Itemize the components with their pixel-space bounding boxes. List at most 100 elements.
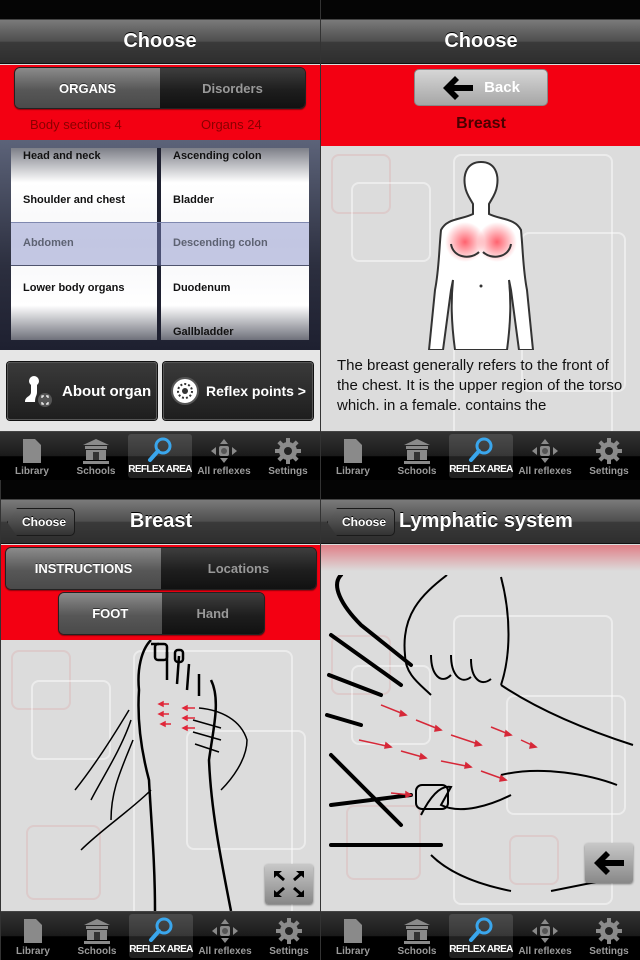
organ-picker: Head and neck Shoulder and chest Lower b… <box>0 140 320 350</box>
nav-bar: Choose <box>321 20 640 64</box>
back-arrow-button[interactable] <box>585 843 633 883</box>
reflex-points-label: Reflex points > <box>206 383 306 399</box>
picker-row[interactable]: Duodenum <box>173 282 230 294</box>
tab-reflex-area[interactable]: REFLEX AREA <box>128 434 192 478</box>
selected-organ: Descending colon <box>173 237 268 249</box>
back-button[interactable]: Back <box>414 69 548 106</box>
tab-schools[interactable]: Schools <box>65 912 129 960</box>
tab-organs[interactable]: ORGANS <box>15 68 160 108</box>
arrow-left-icon <box>443 75 474 100</box>
tab-library[interactable]: Library <box>321 432 385 480</box>
tab-label: All reflexes <box>518 946 572 957</box>
instructions-locations-toggle: INSTRUCTIONS Locations <box>5 547 317 590</box>
tab-foot[interactable]: FOOT <box>59 593 162 634</box>
tab-bar: Library Schools REFLEX AREA All reflexes… <box>321 431 640 480</box>
building-icon <box>84 919 110 944</box>
screen-choose-organs: Choose ORGANS Disorders Body sections 4 … <box>0 0 320 480</box>
back-button[interactable]: Choose <box>7 508 76 536</box>
magnifier-icon <box>469 437 493 462</box>
tab-settings[interactable]: Settings <box>256 432 320 480</box>
tab-instructions[interactable]: INSTRUCTIONS <box>6 548 161 589</box>
gear-icon <box>596 438 622 464</box>
reflex-point-icon <box>171 377 199 405</box>
nav-bar: Choose <box>0 20 320 64</box>
female-torso-illustration <box>427 160 535 350</box>
tab-all-reflexes[interactable]: All reflexes <box>193 912 257 960</box>
tab-settings[interactable]: Settings <box>257 912 320 960</box>
picker-row[interactable]: Head and neck <box>23 150 101 162</box>
tab-settings[interactable]: Settings <box>577 432 640 480</box>
tab-locations[interactable]: Locations <box>161 548 316 589</box>
fullscreen-button[interactable] <box>265 864 313 904</box>
tab-schools[interactable]: Schools <box>385 912 449 960</box>
picker-row[interactable]: Ascending colon <box>173 150 262 162</box>
reflex-points-button[interactable]: Reflex points > <box>163 362 313 420</box>
red-header-panel: INSTRUCTIONS Locations FOOT Hand <box>1 545 320 640</box>
tab-library[interactable]: Library <box>1 912 65 960</box>
document-icon <box>23 439 41 463</box>
status-bar <box>321 0 640 20</box>
tab-label: Settings <box>589 946 629 957</box>
nav-title: Choose <box>123 30 197 52</box>
red-header-panel: ORGANS Disorders Body sections 4 Organs … <box>0 65 320 140</box>
tab-all-reflexes[interactable]: All reflexes <box>513 432 577 480</box>
tab-bar: Library Schools REFLEX AREA All reflexes… <box>321 911 640 960</box>
tab-all-reflexes[interactable]: All reflexes <box>192 432 256 480</box>
tab-schools[interactable]: Schools <box>385 432 449 480</box>
status-bar <box>0 0 320 20</box>
dpad-icon <box>212 919 238 943</box>
tab-label: All reflexes <box>518 466 572 477</box>
tab-schools[interactable]: Schools <box>64 432 128 480</box>
gear-icon <box>276 918 302 944</box>
tab-label: REFLEX AREA <box>449 944 513 955</box>
screen-lymphatic-system: Choose Lymphatic system Library Schools … <box>320 480 640 960</box>
about-organ-label: About organ <box>62 382 152 400</box>
tab-reflex-area[interactable]: REFLEX AREA <box>449 914 513 958</box>
tab-settings[interactable]: Settings <box>577 912 640 960</box>
tab-reflex-area[interactable]: REFLEX AREA <box>129 914 193 958</box>
about-organ-button[interactable]: About organ <box>7 362 157 420</box>
dpad-icon <box>532 439 558 463</box>
building-icon <box>404 919 430 944</box>
tab-label: Settings <box>269 946 309 957</box>
tab-reflex-area[interactable]: REFLEX AREA <box>449 434 513 478</box>
building-icon <box>83 439 109 464</box>
magnifier-icon <box>469 917 493 942</box>
tab-label: REFLEX AREA <box>128 464 192 475</box>
nav-title: Lymphatic system <box>399 510 573 532</box>
illustration-area <box>321 545 640 911</box>
tab-label: Library <box>336 466 370 477</box>
picker-selection-band: Abdomen Descending colon <box>11 222 309 266</box>
back-label: Back <box>484 79 520 96</box>
gear-icon <box>275 438 301 464</box>
tab-hand[interactable]: Hand <box>161 593 264 634</box>
tab-bar: Library Schools REFLEX AREA All reflexes… <box>0 431 320 480</box>
status-bar <box>321 480 640 500</box>
screen-organ-detail: Choose Back Breast The breast generally … <box>320 0 640 480</box>
tab-disorders[interactable]: Disorders <box>160 68 305 108</box>
tab-label: Settings <box>589 466 629 477</box>
tab-label: Settings <box>268 466 308 477</box>
tab-library[interactable]: Library <box>321 912 385 960</box>
tab-all-reflexes[interactable]: All reflexes <box>513 912 577 960</box>
document-icon <box>344 919 362 943</box>
body-sections-count: Body sections 4 <box>30 117 122 132</box>
arrow-left-icon <box>594 851 624 875</box>
tab-label: Library <box>16 946 50 957</box>
dpad-icon <box>211 439 237 463</box>
tab-label: Schools <box>77 946 117 957</box>
picker-row[interactable]: Lower body organs <box>23 282 124 294</box>
back-button[interactable]: Choose <box>327 508 396 536</box>
picker-row[interactable]: Gallbladder <box>173 326 234 338</box>
organ-title: Breast <box>456 115 506 132</box>
picker-row[interactable]: Bladder <box>173 194 214 206</box>
person-organ-icon <box>25 376 52 407</box>
tab-library[interactable]: Library <box>0 432 64 480</box>
illustration-area <box>1 640 320 940</box>
picker-row[interactable]: Shoulder and chest <box>23 194 125 206</box>
document-icon <box>344 439 362 463</box>
screenshot-grid: Choose ORGANS Disorders Body sections 4 … <box>0 0 640 960</box>
organs-count: Organs 24 <box>201 117 262 132</box>
selected-body-section: Abdomen <box>23 237 74 249</box>
tab-label: Library <box>15 466 49 477</box>
